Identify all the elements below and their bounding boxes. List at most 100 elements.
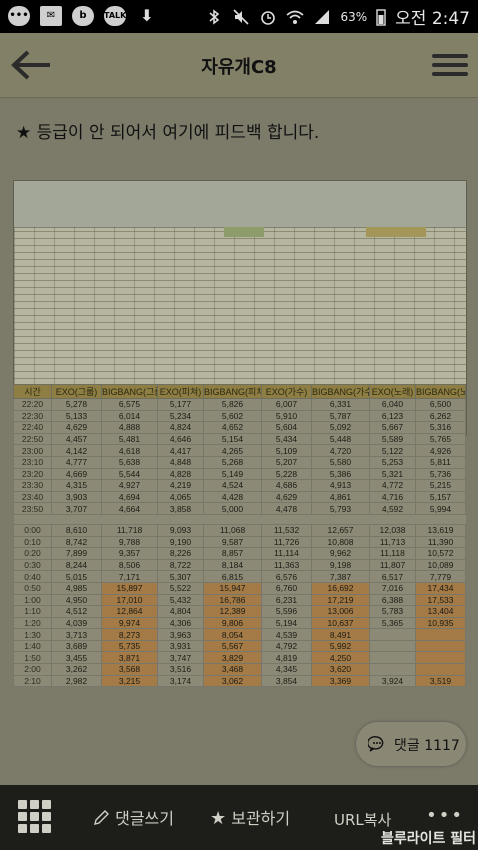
copy-url-button[interactable]: URL복사 xyxy=(334,809,391,830)
table-cell: 4,428 xyxy=(203,490,262,504)
table-cell: 3,854 xyxy=(261,674,312,688)
table-header-cell: BIGBANG(가수) xyxy=(311,384,370,399)
write-comment-label: 댓글쓰기 xyxy=(115,809,174,828)
table-time-cell: 1:10 xyxy=(13,605,52,618)
table-cell xyxy=(415,663,466,676)
table-time-cell: 0:10 xyxy=(13,535,52,549)
table-time-cell: 1:50 xyxy=(13,651,52,665)
table-row: 1:30 3,713 8,273 3,963 8,054 4,539 8,491 xyxy=(13,628,466,641)
table-cell: 5,994 xyxy=(415,502,466,515)
grid-menu-icon[interactable] xyxy=(18,800,52,834)
table-cell: 4,315 xyxy=(51,479,102,492)
table-cell: 12,657 xyxy=(311,523,370,537)
table-cell: 4,720 xyxy=(311,444,370,457)
table-cell: 11,068 xyxy=(203,523,262,537)
table-cell: 17,533 xyxy=(415,593,466,607)
table-cell: 3,689 xyxy=(51,639,102,653)
table-cell: 4,646 xyxy=(157,432,204,446)
table-cell: 4,524 xyxy=(203,479,262,492)
table-cell: 3,829 xyxy=(203,651,262,665)
write-comment-button[interactable]: 댓글쓰기 xyxy=(92,805,174,829)
table-cell: 11,718 xyxy=(101,523,158,537)
table-cell: 4,417 xyxy=(157,444,204,457)
table-cell: 4,824 xyxy=(157,421,204,434)
table-time-cell: 0:30 xyxy=(13,558,52,572)
table-header-cell: BIGBANG(피쳐) xyxy=(203,384,262,399)
table-cell: 4,629 xyxy=(51,421,102,434)
table-cell xyxy=(415,628,466,641)
table-time-cell: 22:20 xyxy=(13,398,52,411)
table-row: 23:10 4,777 5,638 4,848 5,268 5,207 5,580 5,253… xyxy=(13,455,466,469)
table-cell: 5,736 xyxy=(415,467,466,481)
table-cell: 11,363 xyxy=(261,558,312,572)
table-cell: 5,522 xyxy=(157,581,204,595)
table-cell: 6,007 xyxy=(261,398,312,411)
table-time-cell: 1:40 xyxy=(13,639,52,653)
copy-url-label: URL복사 xyxy=(334,811,392,829)
table-cell: 17,010 xyxy=(101,593,158,607)
table-cell: 11,118 xyxy=(369,547,416,560)
table-cell: 13,006 xyxy=(311,605,370,618)
table-cell: 3,924 xyxy=(369,674,416,688)
chat-bubble-icon: ••• xyxy=(8,6,30,26)
table-cell: 10,808 xyxy=(311,535,370,549)
table-cell: 11,114 xyxy=(261,547,312,560)
save-button[interactable]: ★ 보관하기 xyxy=(210,805,290,829)
table-cell: 8,742 xyxy=(51,535,102,549)
table-cell: 4,913 xyxy=(311,479,370,492)
table-cell: 6,760 xyxy=(261,581,312,595)
table-row: 0:20 7,899 9,357 8,226 8,857 11,114 9,962 11,11… xyxy=(13,547,466,560)
table-row: 0:30 8,244 8,506 8,722 8,184 11,363 9,198 11,80… xyxy=(13,558,466,572)
table-header-cell: EXO(피쳐) xyxy=(157,384,204,399)
table-cell: 7,171 xyxy=(101,570,158,583)
table-body: 22:20 5,278 6,575 5,177 5,826 6,007 6,331 6,040… xyxy=(13,398,466,688)
table-cell: 5,910 xyxy=(261,409,312,423)
table-cell: 4,457 xyxy=(51,432,102,446)
table-cell: 12,389 xyxy=(203,605,262,618)
table-cell: 5,567 xyxy=(203,639,262,653)
table-cell: 6,388 xyxy=(369,593,416,607)
table-cell: 5,321 xyxy=(369,467,416,481)
table-cell: 3,871 xyxy=(101,651,158,665)
table-cell: 5,735 xyxy=(101,639,158,653)
table-cell: 5,602 xyxy=(203,409,262,423)
table-cell: 11,807 xyxy=(369,558,416,572)
save-label: 보관하기 xyxy=(231,809,291,828)
table-cell: 7,779 xyxy=(415,570,466,583)
table-cell: 9,357 xyxy=(101,547,158,560)
table-cell: 10,637 xyxy=(311,616,370,630)
table-time-cell: 22:50 xyxy=(13,432,52,446)
table-cell: 4,716 xyxy=(369,490,416,504)
table-cell: 13,619 xyxy=(415,523,466,537)
bottom-toolbar: 댓글쓰기 ★ 보관하기 URL복사 ••• 블루라이트 필터 xyxy=(0,785,478,850)
table-cell: 5,133 xyxy=(51,409,102,423)
comment-count-button[interactable]: 댓글 1117 xyxy=(356,722,466,766)
table-cell: 9,198 xyxy=(311,558,370,572)
table-row: 1:40 3,689 5,735 3,931 5,567 4,792 5,992 xyxy=(13,639,466,653)
table-cell: 4,686 xyxy=(261,479,312,492)
table-cell: 4,861 xyxy=(311,490,370,504)
download-icon: ⬇ xyxy=(140,6,154,25)
more-options-icon[interactable]: ••• xyxy=(426,805,464,826)
table-cell: 3,707 xyxy=(51,502,102,515)
table-header-cell: BIGBANG(그룹) xyxy=(101,384,158,399)
table-row: 22:50 4,457 5,481 4,646 5,154 5,434 5,448 5,589… xyxy=(13,432,466,446)
table-cell: 5,783 xyxy=(369,605,416,618)
table-cell: 5,386 xyxy=(311,467,370,481)
table-cell: 5,589 xyxy=(369,432,416,446)
table-cell: 5,149 xyxy=(203,467,262,481)
table-cell: 3,747 xyxy=(157,651,204,665)
mail-icon: ✉ xyxy=(40,6,62,26)
menu-icon[interactable] xyxy=(432,49,468,81)
table-cell: 5,596 xyxy=(261,605,312,618)
table-cell: 8,722 xyxy=(157,558,204,572)
table-cell: 5,365 xyxy=(369,616,416,630)
table-cell: 3,062 xyxy=(203,674,262,688)
table-cell: 5,228 xyxy=(261,467,312,481)
table-cell: 9,587 xyxy=(203,535,262,549)
table-cell: 4,669 xyxy=(51,467,102,481)
table-cell xyxy=(369,651,416,665)
pencil-icon xyxy=(94,810,109,825)
table-cell: 4,539 xyxy=(261,628,312,641)
table-time-cell: 23:40 xyxy=(13,490,52,504)
